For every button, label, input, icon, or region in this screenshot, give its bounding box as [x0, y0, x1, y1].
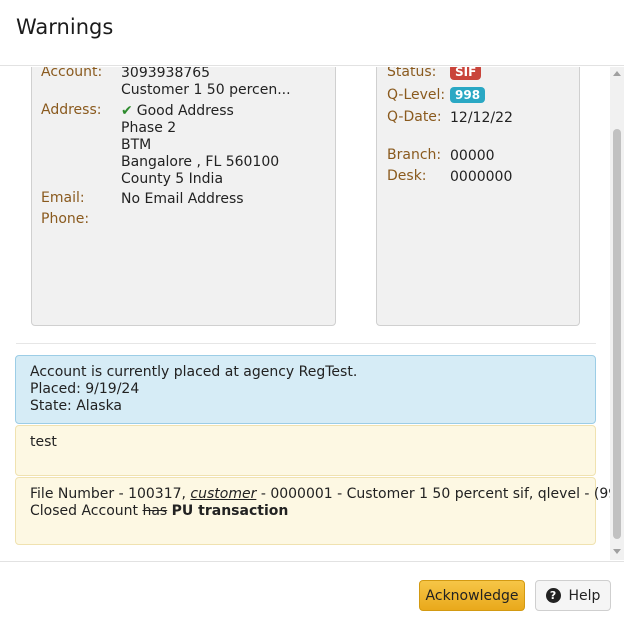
address-status-text: Good Address — [136, 103, 234, 119]
address-line-1: Phase 2 — [121, 120, 177, 136]
agency-alert-line-1: Account is currently placed at agency Re… — [30, 364, 358, 380]
account-label: Account: — [41, 67, 103, 80]
dialog-footer: Acknowledge ? Help — [0, 561, 624, 628]
strike-text: has — [142, 503, 168, 519]
transaction-text: PU transaction — [171, 503, 289, 519]
file-alert-line-2: Closed Account has PU transaction — [30, 503, 581, 520]
checkmark-icon: ✔ — [121, 103, 133, 119]
file-alert: File Number - 100317, customer - 0000001… — [15, 477, 624, 545]
agency-alert: Account is currently placed at agency Re… — [15, 355, 596, 424]
agency-alert-line-3: State: Alaska — [30, 398, 123, 414]
closed-account-text: Closed Account — [30, 503, 139, 519]
qdate-label: Q-Date: — [387, 109, 442, 125]
branch-value: 00000 — [450, 148, 495, 164]
address-line-3: Bangalore , FL 560100 — [121, 154, 280, 170]
address-line-4: County 5 India — [121, 171, 224, 187]
scroll-thumb[interactable] — [613, 129, 621, 539]
status-badge-text: SIF — [450, 67, 482, 80]
customer-link[interactable]: customer — [190, 486, 256, 502]
status-label: Status: — [387, 67, 437, 80]
email-label: Email: — [41, 190, 85, 206]
file-alert-line-1: File Number - 100317, customer - 0000001… — [30, 486, 624, 503]
agency-alert-line-2: Placed: 9/19/24 — [30, 381, 140, 397]
dialog-body: Account: 3093938765 Customer 1 50 percen… — [0, 67, 624, 560]
qlevel-badge: 998 — [450, 87, 486, 104]
file-number-text: File Number - 100317, — [30, 486, 186, 502]
acknowledge-button[interactable]: Acknowledge — [419, 580, 525, 611]
address-label: Address: — [41, 102, 102, 118]
desk-label: Desk: — [387, 168, 427, 184]
account-name: Customer 1 50 percen... — [121, 82, 291, 98]
help-button[interactable]: ? Help — [535, 580, 611, 611]
qdate-value: 12/12/22 — [450, 110, 513, 126]
note-alert: test — [15, 425, 596, 476]
email-value: No Email Address — [121, 191, 244, 207]
qlevel-badge-text: 998 — [450, 87, 486, 103]
phone-label: Phone: — [41, 211, 90, 227]
help-button-label: Help — [568, 587, 601, 604]
address-status: ✔ Good Address — [121, 103, 234, 120]
account-number: 3093938765 — [121, 67, 211, 81]
scroll-up-icon[interactable] — [613, 71, 621, 76]
file-detail-text: - 0000001 - Customer 1 50 percent sif, q… — [260, 486, 624, 502]
vertical-scrollbar[interactable] — [610, 67, 624, 560]
divider — [16, 343, 596, 344]
address-line-2: BTM — [121, 137, 152, 153]
dialog-header: Warnings — [0, 0, 624, 66]
note-alert-text: test — [30, 434, 57, 450]
status-badge: SIF — [450, 67, 482, 81]
scroll-down-icon[interactable] — [613, 549, 621, 554]
dialog-title: Warnings — [16, 15, 114, 39]
account-panel: Account: 3093938765 Customer 1 50 percen… — [31, 67, 336, 326]
branch-label: Branch: — [387, 147, 442, 163]
status-panel: Status: SIF Q-Level: 998 Q-Date: 12/12/2… — [376, 67, 580, 326]
desk-value: 0000000 — [450, 169, 513, 185]
question-icon: ? — [545, 588, 561, 603]
qlevel-label: Q-Level: — [387, 87, 446, 103]
